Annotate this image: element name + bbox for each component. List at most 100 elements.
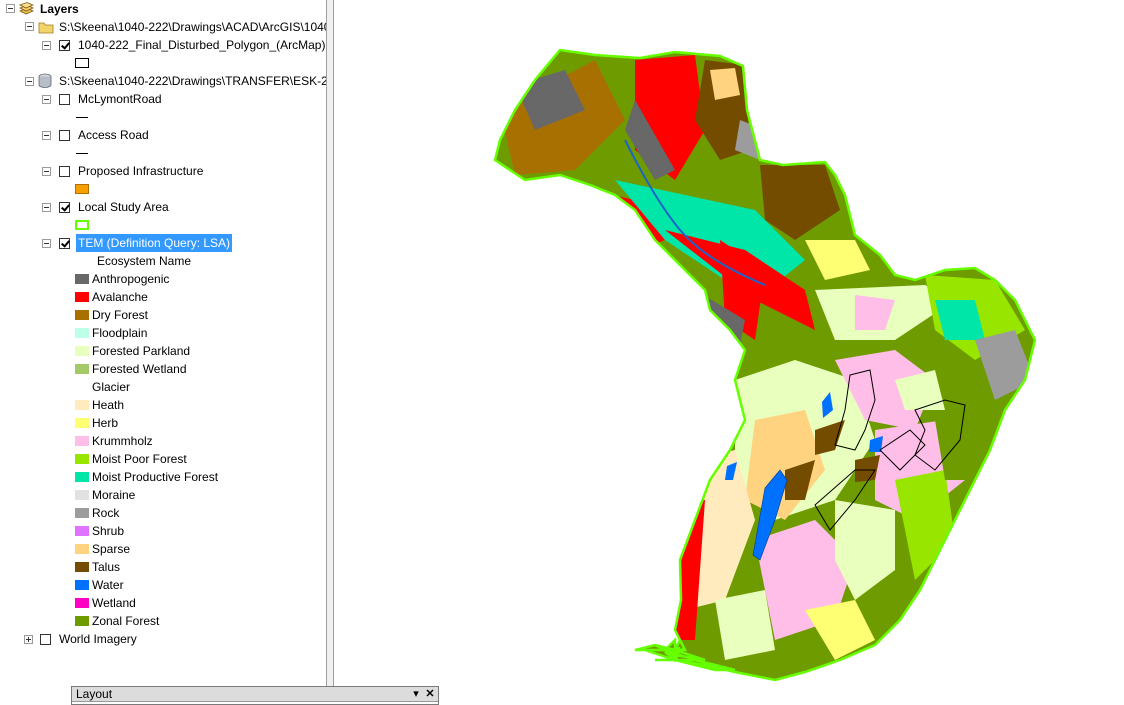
legend-swatch [75, 562, 89, 572]
layer-visibility-checkbox[interactable] [40, 634, 51, 645]
legend-label: Talus [92, 560, 121, 574]
group-path-label: S:\Skeena\1040-222\Drawings\TRANSFER\ESK… [59, 74, 326, 88]
legend-item[interactable]: Krummholz [0, 432, 326, 450]
legend-item[interactable]: Glacier [0, 378, 326, 396]
legend-label: Forested Wetland [92, 362, 187, 376]
polygon-symbol[interactable] [75, 220, 89, 230]
legend-swatch [75, 346, 89, 356]
layer-access-road[interactable]: Access Road [0, 126, 326, 144]
legend-item[interactable]: Moraine [0, 486, 326, 504]
line-symbol[interactable] [76, 153, 88, 154]
legend-label: Wetland [92, 596, 136, 610]
geodatabase-icon [38, 73, 52, 88]
layer-name: Access Road [78, 128, 149, 142]
collapse-toggle[interactable] [42, 167, 51, 176]
layer-visibility-checkbox[interactable] [59, 130, 70, 141]
legend-item[interactable]: Sparse [0, 540, 326, 558]
group-path-label: S:\Skeena\1040-222\Drawings\ACAD\ArcGIS\… [59, 20, 326, 34]
layer-name: 1040-222_Final_Disturbed_Polygon_(ArcMap… [78, 38, 326, 52]
layer-name: McLymontRoad [78, 92, 162, 106]
legend-item[interactable]: Moist Poor Forest [0, 450, 326, 468]
expand-toggle[interactable] [24, 635, 33, 644]
legend-label: Sparse [92, 542, 131, 556]
map-view[interactable] [335, 0, 1124, 705]
collapse-toggle[interactable] [42, 203, 51, 212]
legend-item[interactable]: Anthropogenic [0, 270, 326, 288]
group-layer-transfer[interactable]: S:\Skeena\1040-222\Drawings\TRANSFER\ESK… [0, 72, 326, 90]
layer-name: Local Study Area [78, 200, 169, 214]
legend-label: Krummholz [92, 434, 153, 448]
layer-name: World Imagery [59, 632, 137, 646]
window-menu-dropdown-icon[interactable]: ▾ [410, 688, 422, 700]
layer-visibility-checkbox[interactable] [59, 40, 70, 51]
layers-root[interactable]: Layers [0, 0, 320, 18]
collapse-toggle[interactable] [42, 239, 51, 248]
layout-window[interactable]: Layout ▾ ✕ [71, 686, 439, 705]
collapse-toggle[interactable] [6, 4, 15, 13]
collapse-toggle[interactable] [42, 41, 51, 50]
group-layer-acad[interactable]: S:\Skeena\1040-222\Drawings\ACAD\ArcGIS\… [0, 18, 326, 36]
layer-proposed-infrastructure[interactable]: Proposed Infrastructure [0, 162, 326, 180]
legend-label: Shrub [92, 524, 125, 538]
legend-label: Rock [92, 506, 120, 520]
table-of-contents: Layers S:\Skeena\1040-222\Drawings\ACAD\… [0, 0, 326, 705]
legend-heading: Ecosystem Name [97, 254, 192, 268]
layer-visibility-checkbox[interactable] [59, 94, 70, 105]
polygon-symbol[interactable] [75, 58, 89, 68]
legend-item[interactable]: Forested Parkland [0, 342, 326, 360]
line-symbol[interactable] [76, 117, 88, 118]
legend-item[interactable]: Forested Wetland [0, 360, 326, 378]
collapse-toggle[interactable] [25, 77, 34, 86]
legend-label: Heath [92, 398, 125, 412]
legend-item[interactable]: Shrub [0, 522, 326, 540]
layers-stack-icon [19, 2, 34, 15]
layer-local-study-area[interactable]: Local Study Area [0, 198, 326, 216]
legend-swatch [75, 328, 89, 338]
legend-swatch [75, 292, 89, 302]
legend-label: Dry Forest [92, 308, 149, 322]
legend-item[interactable]: Dry Forest [0, 306, 326, 324]
legend-item[interactable]: Herb [0, 414, 326, 432]
legend-swatch [75, 580, 89, 590]
layer-visibility-checkbox[interactable] [59, 238, 70, 249]
legend-item[interactable]: Avalanche [0, 288, 326, 306]
legend-item[interactable]: Moist Productive Forest [0, 468, 326, 486]
legend-item[interactable]: Water [0, 576, 326, 594]
legend-swatch [75, 364, 89, 374]
layer-disturbed-polygon[interactable]: 1040-222_Final_Disturbed_Polygon_(ArcMap… [0, 36, 326, 54]
panel-splitter[interactable] [326, 0, 334, 705]
legend-swatch [75, 274, 89, 284]
legend-item[interactable]: Floodplain [0, 324, 326, 342]
collapse-toggle[interactable] [25, 22, 34, 31]
legend-label: Herb [92, 416, 119, 430]
legend-swatch [75, 526, 89, 536]
legend-item[interactable]: Talus [0, 558, 326, 576]
legend-swatch [75, 382, 89, 392]
layer-name: Proposed Infrastructure [78, 164, 204, 178]
legend-swatch [75, 616, 89, 626]
close-icon[interactable]: ✕ [424, 688, 436, 700]
legend-swatch [75, 400, 89, 410]
collapse-toggle[interactable] [42, 131, 51, 140]
layers-root-label: Layers [40, 2, 79, 16]
layout-window-title-bar[interactable]: Layout ▾ ✕ [72, 687, 438, 702]
legend-swatch [75, 454, 89, 464]
collapse-toggle[interactable] [42, 95, 51, 104]
legend-item[interactable]: Wetland [0, 594, 326, 612]
layer-tem[interactable]: TEM (Definition Query: LSA) [0, 234, 326, 252]
legend-label: Moist Poor Forest [92, 452, 187, 466]
legend-label: Moist Productive Forest [92, 470, 219, 484]
layer-mclymont-road[interactable]: McLymontRoad [0, 90, 326, 108]
legend-item[interactable]: Rock [0, 504, 326, 522]
layer-world-imagery[interactable]: World Imagery [0, 630, 326, 648]
polygon-symbol[interactable] [75, 184, 89, 194]
legend-swatch [75, 310, 89, 320]
legend-swatch [75, 436, 89, 446]
layer-visibility-checkbox[interactable] [59, 202, 70, 213]
legend-label: Zonal Forest [92, 614, 160, 628]
legend-item[interactable]: Zonal Forest [0, 612, 326, 630]
legend-label: Water [92, 578, 124, 592]
legend-label: Forested Parkland [92, 344, 191, 358]
layer-visibility-checkbox[interactable] [59, 166, 70, 177]
legend-item[interactable]: Heath [0, 396, 326, 414]
